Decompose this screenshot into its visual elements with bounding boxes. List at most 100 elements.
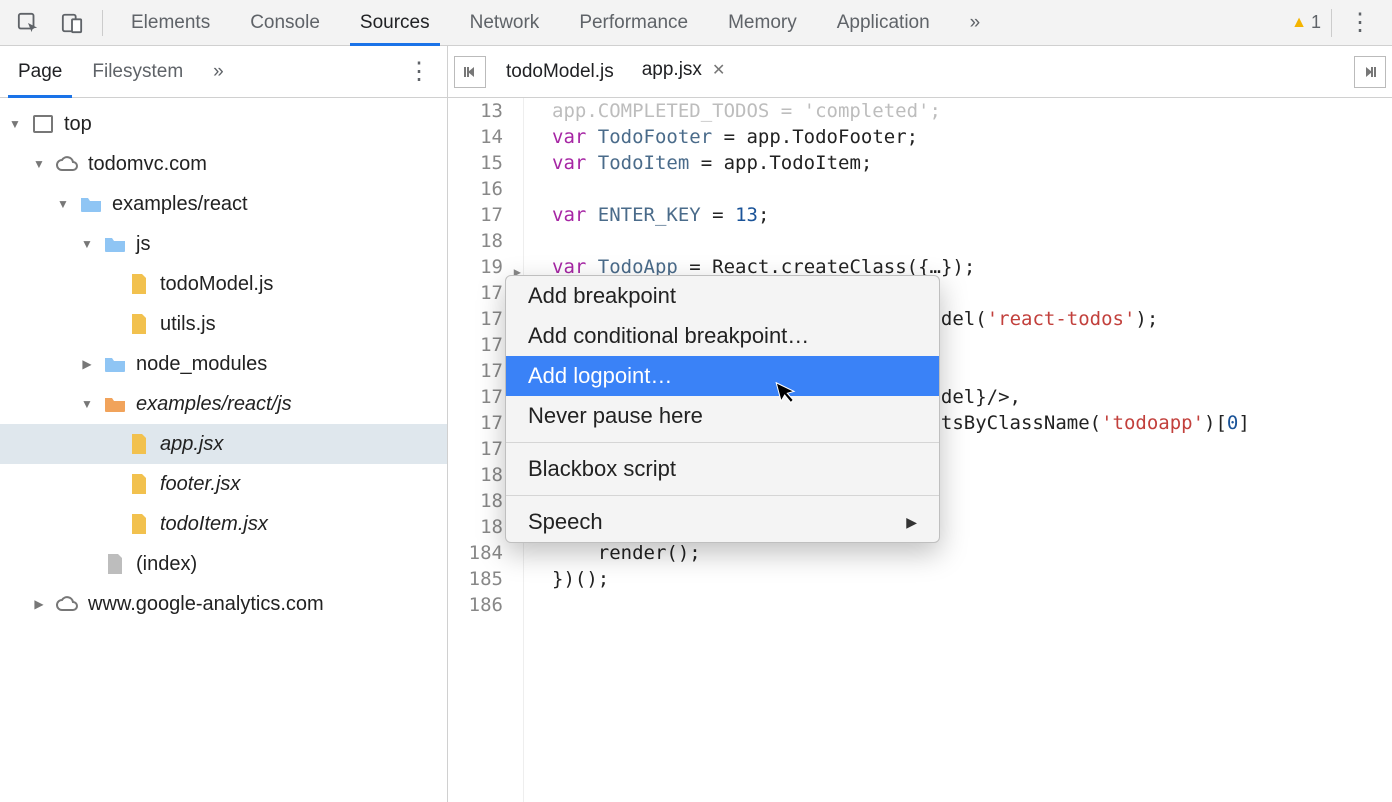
close-icon[interactable]: ✕ bbox=[712, 60, 725, 80]
tree-row[interactable]: app.jsx bbox=[0, 424, 447, 464]
editor-tab[interactable]: todoModel.js bbox=[492, 46, 628, 98]
navigator-tab-filesystem[interactable]: Filesystem bbox=[82, 46, 193, 98]
editor-tab[interactable]: app.jsx✕ bbox=[628, 46, 740, 98]
tree-disclosure-icon[interactable]: ▼ bbox=[80, 397, 94, 411]
tree-item-label: examples/react/js bbox=[136, 393, 292, 416]
line-number[interactable]: 17 bbox=[448, 436, 503, 462]
navigator-menu-button[interactable]: ⋮ bbox=[399, 57, 439, 86]
editor-nav-forward-icon[interactable] bbox=[1354, 56, 1386, 88]
line-number[interactable]: 18 bbox=[448, 514, 503, 540]
doc-grey-icon bbox=[102, 553, 128, 575]
line-number[interactable]: 15 bbox=[448, 150, 503, 176]
line-number[interactable]: 185 bbox=[448, 566, 503, 592]
tab-network[interactable]: Network bbox=[452, 0, 558, 46]
doc-yellow-icon bbox=[126, 433, 152, 455]
line-number[interactable]: 17 bbox=[448, 306, 503, 332]
code-line[interactable]: var TodoItem = app.TodoItem; bbox=[552, 150, 1392, 176]
context-menu-item[interactable]: Blackbox script bbox=[506, 449, 939, 489]
tree-item-label: todoModel.js bbox=[160, 273, 273, 296]
warnings-badge[interactable]: ▲ 1 bbox=[1291, 9, 1332, 37]
line-number[interactable]: 186 bbox=[448, 592, 503, 618]
line-number[interactable]: 18 bbox=[448, 228, 503, 254]
tree-row[interactable]: todoItem.jsx bbox=[0, 504, 447, 544]
tree-row[interactable]: ▶www.google-analytics.com bbox=[0, 584, 447, 624]
tab-application[interactable]: Application bbox=[819, 0, 948, 46]
code-line[interactable]: app.COMPLETED_TODOS = 'completed'; bbox=[552, 98, 1392, 124]
tab-console[interactable]: Console bbox=[232, 0, 338, 46]
code-line[interactable]: render(); bbox=[552, 540, 1392, 566]
line-number[interactable]: 17 bbox=[448, 202, 503, 228]
line-number[interactable]: 19▶ bbox=[448, 254, 503, 280]
line-number[interactable]: 17 bbox=[448, 332, 503, 358]
navigator-tabs: Page Filesystem » ⋮ bbox=[0, 46, 447, 98]
line-number[interactable]: 184 bbox=[448, 540, 503, 566]
code-line[interactable]: var ENTER_KEY = 13; bbox=[552, 202, 1392, 228]
device-toolbar-icon[interactable] bbox=[52, 3, 92, 43]
context-menu-item-label: Blackbox script bbox=[528, 456, 676, 482]
tab-performance[interactable]: Performance bbox=[561, 0, 706, 46]
tree-row[interactable]: ▼js bbox=[0, 224, 447, 264]
tree-row[interactable]: ▼ examples/react/js bbox=[0, 384, 447, 424]
tree-disclosure-icon[interactable]: ▼ bbox=[32, 157, 46, 171]
code-line[interactable] bbox=[552, 592, 1392, 618]
context-menu-item-label: Speech bbox=[528, 509, 603, 535]
doc-yellow-icon bbox=[126, 313, 152, 335]
context-menu-item[interactable]: Add conditional breakpoint… bbox=[506, 316, 939, 356]
line-number[interactable]: 13 bbox=[448, 98, 503, 124]
cloud-icon bbox=[54, 155, 80, 173]
tree-row[interactable]: (index) bbox=[0, 544, 447, 584]
tree-disclosure-icon[interactable]: ▼ bbox=[80, 237, 94, 251]
tree-row[interactable]: footer.jsx bbox=[0, 464, 447, 504]
line-number[interactable]: 17 bbox=[448, 384, 503, 410]
folder-blue-icon bbox=[102, 355, 128, 373]
context-menu-item[interactable]: Add logpoint… bbox=[506, 356, 939, 396]
doc-yellow-icon bbox=[126, 473, 152, 495]
context-menu-item[interactable]: Never pause here bbox=[506, 396, 939, 436]
line-number[interactable]: 17 bbox=[448, 280, 503, 306]
tree-disclosure-icon[interactable]: ▼ bbox=[56, 197, 70, 211]
line-number[interactable]: 14 bbox=[448, 124, 503, 150]
tree-row[interactable]: todoModel.js bbox=[0, 264, 447, 304]
editor-tab-strip: todoModel.jsapp.jsx✕ bbox=[448, 46, 1392, 98]
doc-yellow-icon bbox=[126, 273, 152, 295]
tab-memory[interactable]: Memory bbox=[710, 0, 815, 46]
context-menu-item[interactable]: Speech▶ bbox=[506, 502, 939, 542]
tree-disclosure-icon[interactable]: ▶ bbox=[80, 357, 94, 371]
tree-item-label: node_modules bbox=[136, 353, 267, 376]
menu-separator bbox=[506, 495, 939, 496]
context-menu-item[interactable]: Add breakpoint bbox=[506, 276, 939, 316]
code-line[interactable] bbox=[552, 176, 1392, 202]
inspect-element-icon[interactable] bbox=[8, 3, 48, 43]
warnings-count: 1 bbox=[1311, 12, 1321, 33]
folder-orange-icon bbox=[102, 395, 128, 413]
line-number[interactable]: 18 bbox=[448, 488, 503, 514]
line-number[interactable]: 18 bbox=[448, 462, 503, 488]
tree-row[interactable]: ▶ node_modules bbox=[0, 344, 447, 384]
tree-disclosure-icon[interactable]: ▼ bbox=[8, 117, 22, 131]
navigator-tab-page[interactable]: Page bbox=[8, 46, 72, 98]
code-line[interactable] bbox=[552, 228, 1392, 254]
tree-disclosure-icon[interactable]: ▶ bbox=[32, 597, 46, 611]
tree-row[interactable]: utils.js bbox=[0, 304, 447, 344]
tab-elements[interactable]: Elements bbox=[113, 0, 228, 46]
tab-sources[interactable]: Sources bbox=[342, 0, 448, 46]
tree-row[interactable]: ▼todomvc.com bbox=[0, 144, 447, 184]
tree-row[interactable]: ▼top bbox=[0, 104, 447, 144]
devtools-settings-menu[interactable]: ⋮ bbox=[1336, 8, 1384, 37]
folder-blue-icon bbox=[78, 195, 104, 213]
tabs-overflow-button[interactable]: » bbox=[952, 0, 999, 46]
menu-separator bbox=[506, 442, 939, 443]
divider bbox=[102, 10, 103, 36]
sources-navigator: Page Filesystem » ⋮ ▼top▼todomvc.com▼exa… bbox=[0, 46, 448, 802]
line-number[interactable]: 17 bbox=[448, 358, 503, 384]
code-line[interactable]: })(); bbox=[552, 566, 1392, 592]
navigator-tabs-overflow[interactable]: » bbox=[203, 46, 234, 98]
code-line[interactable]: var TodoFooter = app.TodoFooter; bbox=[552, 124, 1392, 150]
line-number[interactable]: 16 bbox=[448, 176, 503, 202]
warning-icon: ▲ bbox=[1291, 14, 1307, 32]
tree-item-label: examples/react bbox=[112, 193, 248, 216]
tree-item-label: todoItem.jsx bbox=[160, 513, 268, 536]
tree-row[interactable]: ▼ examples/react bbox=[0, 184, 447, 224]
line-number[interactable]: 17 bbox=[448, 410, 503, 436]
editor-nav-back-icon[interactable] bbox=[454, 56, 486, 88]
